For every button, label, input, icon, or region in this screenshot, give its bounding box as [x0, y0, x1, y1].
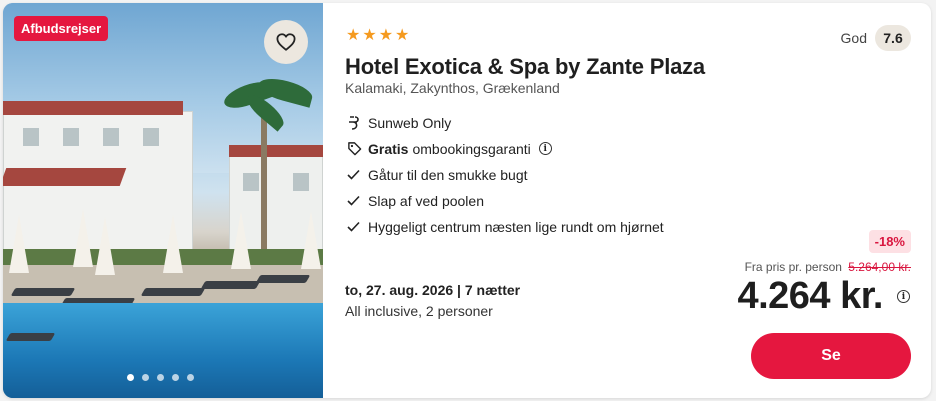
sun-lounger [10, 288, 76, 296]
photo-window [63, 128, 79, 146]
carousel-dot[interactable] [157, 374, 164, 381]
photo-window [103, 128, 119, 146]
feature-text: Hyggeligt centrum næsten lige rundt om h… [368, 218, 664, 235]
photo-window [293, 173, 309, 191]
feature-item: Gratis ombookingsgaranti i [347, 136, 664, 161]
board-and-guests: All inclusive, 2 personer [345, 303, 493, 319]
discount-badge: -18% [868, 230, 911, 253]
favorite-button[interactable] [264, 20, 308, 64]
photo-roof [3, 101, 183, 115]
feature-text: Gåtur til den smukke bugt [368, 166, 528, 183]
heart-outline-icon [276, 33, 296, 51]
price-from-line: Fra pris pr. person 5.264,00 kr. [745, 260, 911, 274]
info-icon[interactable]: i [538, 142, 552, 155]
photo-roof [229, 145, 323, 157]
photo-roof [3, 168, 127, 186]
carousel-dot[interactable] [142, 374, 149, 381]
parasol [9, 215, 29, 273]
carousel-dot[interactable] [127, 374, 134, 381]
tag-icon [347, 141, 365, 156]
price-info-icon[interactable]: i [897, 290, 910, 303]
feature-text: ombookingsgaranti [412, 140, 531, 157]
photo-carousel-dots [127, 374, 194, 381]
review-rating[interactable]: God 7.6 [841, 25, 911, 51]
hotel-photo[interactable]: Afbudsrejser [3, 3, 323, 398]
travel-dates: to, 27. aug. 2026 | 7 nætter [345, 282, 521, 298]
feature-text: Sunweb Only [368, 114, 452, 131]
sun-lounger [200, 281, 261, 289]
sunweb-icon [347, 115, 365, 131]
photo-window [143, 128, 159, 146]
carousel-dot[interactable] [187, 374, 194, 381]
old-price: 5.264,00 kr. [848, 260, 911, 274]
rating-word: God [840, 30, 867, 46]
photo-pool [3, 303, 323, 398]
deal-badge: Afbudsrejser [14, 16, 109, 41]
rating-score: 7.6 [875, 25, 911, 51]
star-icon: ★ [346, 27, 361, 44]
carousel-dot[interactable] [172, 374, 179, 381]
feature-item: Slap af ved poolen [347, 188, 664, 213]
parasol [231, 211, 251, 269]
photo-window [23, 128, 39, 146]
price-from-label: Fra pris pr. person [744, 260, 842, 274]
sun-lounger [140, 288, 206, 296]
see-offer-button[interactable]: Se [751, 333, 911, 379]
star-icon: ★ [378, 27, 394, 44]
hotel-title[interactable]: Hotel Exotica & Spa by Zante Plaza [345, 54, 705, 80]
sun-lounger [5, 333, 56, 341]
current-price: 4.264 kr. [737, 275, 883, 317]
parasol [73, 209, 93, 267]
photo-window [243, 173, 259, 191]
hotel-card[interactable]: Afbudsrejser ★ ★ ★ ★ Hotel Exotica & Spa… [3, 3, 931, 398]
feature-text: Slap af ved poolen [368, 192, 484, 209]
hotel-location: Kalamaki, Zakynthos, Grækenland [345, 80, 560, 96]
feature-item: Hyggeligt centrum næsten lige rundt om h… [347, 214, 664, 239]
check-icon [347, 169, 365, 180]
parasol [95, 217, 115, 275]
feature-bold-text: Gratis [368, 140, 409, 157]
sun-lounger [255, 275, 311, 283]
check-icon [347, 195, 365, 206]
feature-item: Gåtur til den smukke bugt [347, 162, 664, 187]
parasol [163, 215, 183, 273]
star-icon: ★ [395, 27, 410, 44]
feature-list: Sunweb Only Gratis ombookingsgaranti i G… [347, 110, 664, 240]
check-icon [347, 221, 365, 232]
star-icon: ★ [362, 27, 377, 44]
star-rating: ★ ★ ★ ★ [346, 28, 409, 44]
feature-item: Sunweb Only [347, 110, 664, 135]
hotel-details: ★ ★ ★ ★ Hotel Exotica & Spa by Zante Pla… [343, 3, 931, 398]
parasol [301, 211, 321, 269]
